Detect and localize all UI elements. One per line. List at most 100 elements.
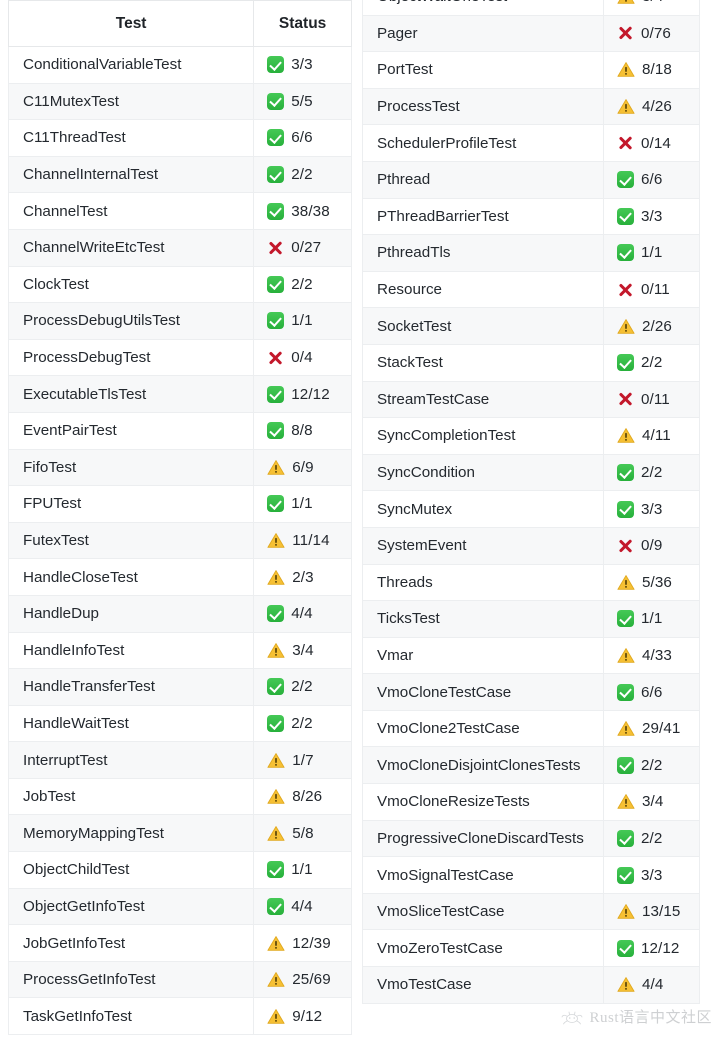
table-row[interactable]: Resource 0/11: [362, 270, 700, 309]
status-pass-icon: [616, 354, 634, 372]
table-row[interactable]: ChannelWriteEtcTest 0/27: [8, 228, 352, 267]
table-row[interactable]: StackTest 2/2: [362, 343, 700, 382]
status-pass-icon: [267, 422, 285, 440]
status-fail-icon: [617, 391, 634, 408]
table-row[interactable]: SyncCondition 2/2: [362, 453, 700, 492]
table-row[interactable]: ChannelInternalTest 2/2: [8, 155, 352, 194]
table-row[interactable]: EventPairTest 8/8: [8, 411, 352, 450]
column-header-status[interactable]: Status: [253, 0, 352, 47]
table-row[interactable]: ChannelTest 38/38: [8, 192, 352, 230]
status-count: 2/2: [291, 166, 313, 184]
table-row[interactable]: InterruptTest 1/7: [8, 741, 352, 779]
table-row[interactable]: VmoSignalTestCase 3/3: [362, 856, 700, 894]
table-row[interactable]: VmoZeroTestCase 12/12: [362, 929, 700, 968]
status-indicator: 12/39: [267, 935, 337, 952]
table-row[interactable]: PthreadTls 1/1: [362, 234, 700, 272]
status-indicator: 6/6: [267, 129, 337, 147]
table-row[interactable]: ObjectWaitOneTest 3/4: [362, 0, 700, 16]
table-row[interactable]: HandleCloseTest 2/3: [8, 558, 352, 596]
status-warning-icon: [267, 642, 285, 659]
table-row[interactable]: ProgressiveCloneDiscardTests 2/2: [362, 819, 700, 858]
table-row[interactable]: MemoryMappingTest 5/8: [8, 814, 352, 853]
status-warning-icon: [267, 459, 285, 476]
column-header-test[interactable]: Test: [8, 0, 255, 47]
status-indicator: 3/3: [616, 866, 685, 884]
table-row[interactable]: ProcessDebugUtilsTest 1/1: [8, 302, 352, 340]
status-indicator: 0/9: [617, 537, 685, 554]
status-warning-icon: [267, 971, 285, 988]
table-row[interactable]: ProcessTest 4/26: [362, 87, 700, 126]
test-status-cell: 2/2: [253, 265, 352, 304]
status-count: 2/2: [640, 829, 663, 847]
table-row[interactable]: TicksTest 1/1: [362, 600, 700, 638]
header-row: Test Status: [8, 0, 352, 47]
test-status-cell: 8/18: [602, 51, 700, 89]
status-indicator: 4/4: [267, 897, 337, 915]
status-indicator: 8/26: [267, 788, 337, 805]
table-row[interactable]: ObjectChildTest 1/1: [8, 851, 352, 889]
status-pass-icon: [267, 385, 285, 403]
table-row[interactable]: VmoSliceTestCase 13/15: [362, 892, 700, 931]
status-indicator: 8/18: [617, 61, 685, 78]
table-row[interactable]: FutexTest 11/14: [8, 521, 352, 560]
table-row[interactable]: VmoClone2TestCase 29/41: [362, 709, 700, 748]
status-count: 1/1: [291, 861, 313, 879]
status-indicator: 2/2: [267, 275, 337, 293]
test-name-cell: SchedulerProfileTest: [362, 124, 604, 162]
table-row[interactable]: JobGetInfoTest 12/39: [8, 924, 352, 962]
table-row[interactable]: FPUTest 1/1: [8, 485, 352, 523]
table-row[interactable]: C11MutexTest 5/5: [8, 82, 352, 121]
table-row[interactable]: ExecutableTlsTest 12/12: [8, 375, 352, 413]
table-row[interactable]: HandleDup 4/4: [8, 594, 352, 633]
status-count: 29/41: [641, 720, 681, 738]
status-count: 0/11: [640, 390, 670, 408]
test-status-cell: 4/33: [602, 636, 700, 675]
table-row[interactable]: SyncCompletionTest 4/11: [362, 417, 700, 455]
table-row[interactable]: JobTest 8/26: [8, 777, 352, 816]
table-row[interactable]: ConditionalVariableTest 3/3: [8, 46, 352, 84]
table-row[interactable]: VmoTestCase 4/4: [362, 966, 700, 1004]
table-row[interactable]: ProcessDebugTest 0/4: [8, 338, 352, 377]
table-row[interactable]: Vmar 4/33: [362, 636, 700, 675]
table-row[interactable]: HandleWaitTest 2/2: [8, 704, 352, 743]
table-row[interactable]: StreamTestCase 0/11: [362, 380, 700, 419]
test-name-cell: ProcessDebugUtilsTest: [8, 302, 255, 340]
test-name-cell: Threads: [362, 563, 604, 602]
table-row[interactable]: SocketTest 2/26: [362, 307, 700, 345]
table-row[interactable]: SystemEvent 0/9: [362, 526, 700, 565]
table-row[interactable]: HandleInfoTest 3/4: [8, 631, 352, 670]
table-row[interactable]: HandleTransferTest 2/2: [8, 668, 352, 706]
test-name-cell: VmoCloneResizeTests: [362, 783, 604, 821]
status-pass-icon: [267, 897, 285, 915]
test-name-cell: EventPairTest: [8, 411, 255, 450]
test-status-cell: 0/14: [602, 124, 700, 162]
table-row[interactable]: PThreadBarrierTest 3/3: [362, 197, 700, 236]
table-row[interactable]: Pthread 6/6: [362, 160, 700, 199]
test-name-cell: ProgressiveCloneDiscardTests: [362, 819, 604, 858]
test-name-cell: ChannelWriteEtcTest: [8, 228, 255, 267]
table-row[interactable]: SchedulerProfileTest 0/14: [362, 124, 700, 162]
test-name-cell: ProcessGetInfoTest: [8, 960, 255, 999]
table-row[interactable]: VmoCloneTestCase 6/6: [362, 673, 700, 711]
status-indicator: 25/69: [267, 971, 337, 988]
status-count: 2/2: [640, 354, 663, 372]
table-row[interactable]: ObjectGetInfoTest 4/4: [8, 887, 352, 926]
table-row[interactable]: FifoTest 6/9: [8, 448, 352, 487]
table-row[interactable]: Pager 0/76: [362, 14, 700, 53]
table-row[interactable]: ProcessGetInfoTest 25/69: [8, 960, 352, 999]
test-status-cell: 1/1: [253, 851, 352, 889]
status-count: 2/2: [640, 756, 663, 774]
table-row[interactable]: TaskGetInfoTest 9/12: [8, 997, 352, 1036]
table-row[interactable]: VmoCloneDisjointClonesTests 2/2: [362, 746, 700, 785]
table-row[interactable]: SyncMutex 3/3: [362, 490, 700, 528]
table-row[interactable]: Threads 5/36: [362, 563, 700, 602]
test-name-cell: ProcessTest: [362, 87, 604, 126]
table-row[interactable]: VmoCloneResizeTests 3/4: [362, 783, 700, 821]
status-pass-icon: [616, 683, 634, 701]
table-row[interactable]: C11ThreadTest 6/6: [8, 119, 352, 157]
status-indicator: 0/4: [267, 349, 337, 366]
test-name-cell: StreamTestCase: [362, 380, 604, 419]
table-row[interactable]: PortTest 8/18: [362, 51, 700, 89]
table-row[interactable]: ClockTest 2/2: [8, 265, 352, 304]
test-status-cell: 0/27: [253, 228, 352, 267]
